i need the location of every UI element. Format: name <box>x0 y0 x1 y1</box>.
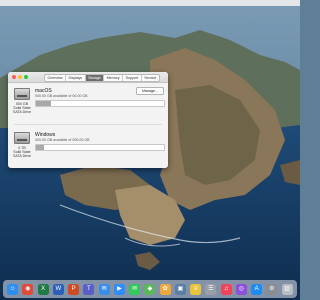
tab-bar: Overview Displays Storage Memory Support… <box>44 74 160 82</box>
dock-app-photos-icon[interactable]: ✿ <box>159 283 171 295</box>
dock-app-word-icon[interactable]: W <box>52 283 64 295</box>
menu-bar <box>0 0 300 6</box>
storage-usage-fill <box>36 101 52 106</box>
dock-app-maps-icon[interactable]: ◆ <box>144 283 156 295</box>
dock-app-messages-icon[interactable]: ✉ <box>129 283 141 295</box>
storage-usage-fill <box>36 145 44 150</box>
dock-app-teams-icon[interactable]: T <box>83 283 95 295</box>
tab-storage[interactable]: Storage <box>85 75 105 81</box>
tab-overview[interactable]: Overview <box>45 75 66 81</box>
disk-row-windows: 0 TB Solid State SATA Drive Windows 000.… <box>8 128 168 166</box>
dock-app-chrome-icon[interactable]: ◉ <box>22 283 34 295</box>
dock: ☺ ◉ X W P T ✉ ▶ ✉ ◆ ✿ ▣ ≡ ☰ ♫ ◎ A ⚙ ▥ <box>3 280 297 298</box>
dock-app-notes-icon[interactable]: ≡ <box>190 283 202 295</box>
disk-info: 0 TB Solid State SATA Drive <box>11 146 33 159</box>
tab-memory[interactable]: Memory <box>104 75 124 81</box>
about-this-mac-window: Overview Displays Storage Memory Support… <box>8 72 168 168</box>
disk-interface: SATA Drive <box>12 154 32 159</box>
zoom-button[interactable] <box>24 75 28 79</box>
dock-app-system-preferences-icon[interactable]: ⚙ <box>266 283 278 295</box>
dock-app-excel-icon[interactable]: X <box>37 283 49 295</box>
tab-displays[interactable]: Displays <box>66 75 86 81</box>
dock-app-app-store-icon[interactable]: A <box>251 283 263 295</box>
row-divider <box>14 124 162 125</box>
hard-drive-icon <box>14 88 30 100</box>
disk-available: 000.00 GB available of 000.00 GB <box>35 138 90 142</box>
disk-interface: SATA Drive <box>12 110 32 115</box>
manage-button[interactable]: Manage... <box>136 87 164 95</box>
dock-app-powerpoint-icon[interactable]: P <box>68 283 80 295</box>
dock-app-music-icon[interactable]: ♫ <box>220 283 232 295</box>
disk-row-macos: 000 GB Solid State SATA Drive macOS 000.… <box>8 84 168 122</box>
storage-usage-bar <box>35 144 165 151</box>
disk-available: 000.00 GB available of 00.00 GB <box>35 94 88 98</box>
dock-app-reminders-icon[interactable]: ☰ <box>205 283 217 295</box>
tab-service[interactable]: Service <box>142 75 159 81</box>
hard-drive-icon <box>14 132 30 144</box>
dock-app-trash-icon[interactable]: ▥ <box>281 283 293 295</box>
tab-support[interactable]: Support <box>123 75 142 81</box>
dock-app-preview-icon[interactable]: ▣ <box>174 283 186 295</box>
close-button[interactable] <box>12 75 16 79</box>
dock-app-finder-icon[interactable]: ☺ <box>7 283 19 295</box>
dock-app-mail-icon[interactable]: ✉ <box>98 283 110 295</box>
storage-usage-bar <box>35 100 165 107</box>
disk-info: 000 GB Solid State SATA Drive <box>11 102 33 115</box>
window-titlebar: Overview Displays Storage Memory Support… <box>8 72 168 83</box>
dock-app-zoom-icon[interactable]: ▶ <box>113 283 125 295</box>
minimize-button[interactable] <box>18 75 22 79</box>
dock-app-podcasts-icon[interactable]: ◎ <box>235 283 247 295</box>
